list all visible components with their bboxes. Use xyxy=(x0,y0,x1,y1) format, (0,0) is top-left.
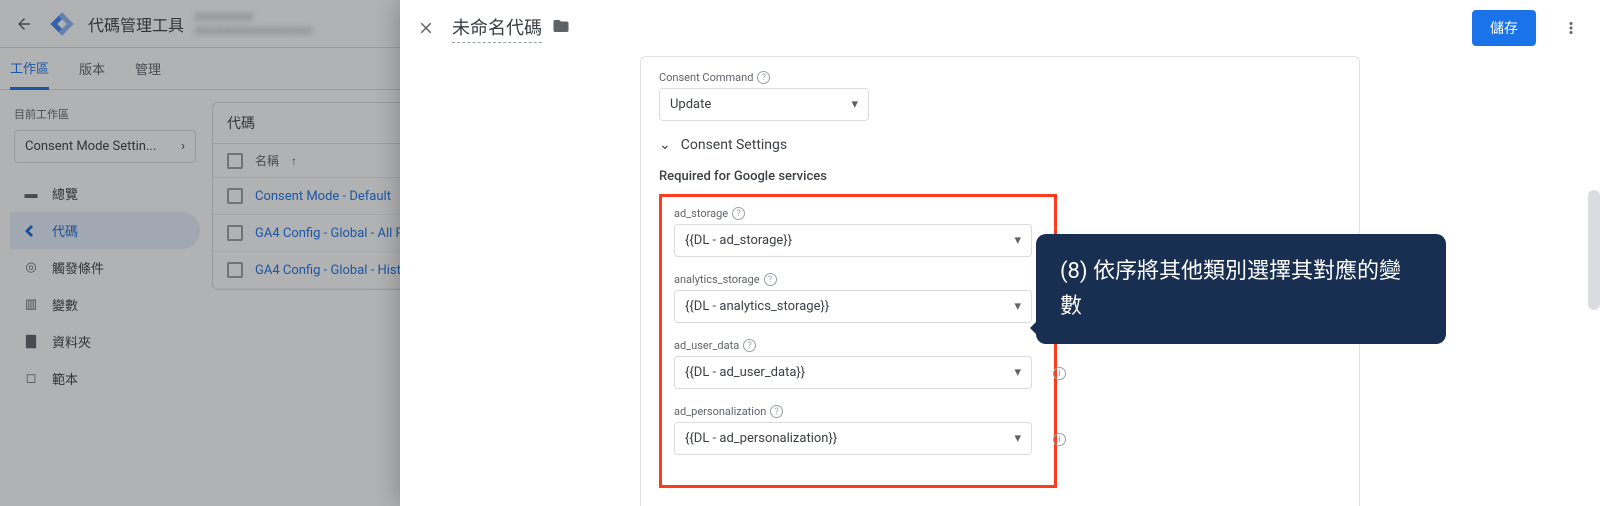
consent-field-ad-storage: ad_storage? {{DL - ad_storage}} ▾ i xyxy=(674,207,1042,257)
panel-header: 未命名代碼 儲存 xyxy=(400,0,1600,56)
ad-user-data-select[interactable]: {{DL - ad_user_data}} ▾ xyxy=(674,356,1032,389)
select-value: {{DL - ad_personalization}} xyxy=(685,431,837,446)
scrollbar-thumb[interactable] xyxy=(1588,190,1600,310)
select-value: {{DL - ad_storage}} xyxy=(685,233,792,248)
help-icon[interactable]: ? xyxy=(764,273,777,286)
section-title: Consent Settings xyxy=(681,137,787,153)
chevron-down-icon: ⌄ xyxy=(659,137,671,153)
caret-down-icon: ▾ xyxy=(1014,299,1021,314)
analytics-storage-select[interactable]: {{DL - analytics_storage}} ▾ xyxy=(674,290,1032,323)
save-button[interactable]: 儲存 xyxy=(1472,10,1536,46)
consent-field-analytics-storage: analytics_storage? {{DL - analytics_stor… xyxy=(674,273,1042,323)
close-icon xyxy=(417,19,435,37)
more-vert-icon xyxy=(1562,19,1580,37)
consent-field-ad-user-data: ad_user_data? {{DL - ad_user_data}} ▾ i xyxy=(674,339,1042,389)
caret-down-icon: ▾ xyxy=(851,97,858,112)
tag-name-input[interactable]: 未命名代碼 xyxy=(452,14,542,43)
field-label: ad_storage xyxy=(674,207,728,220)
help-icon[interactable]: ? xyxy=(743,339,756,352)
caret-down-icon: ▾ xyxy=(1014,365,1021,380)
consent-field-ad-personalization: ad_personalization? {{DL - ad_personaliz… xyxy=(674,405,1042,455)
consent-command-label: Consent Command ? xyxy=(659,71,1341,84)
help-icon[interactable]: ? xyxy=(757,71,770,84)
help-icon[interactable]: ? xyxy=(732,207,745,220)
ad-storage-select[interactable]: {{DL - ad_storage}} ▾ xyxy=(674,224,1032,257)
help-icon[interactable]: ? xyxy=(770,405,783,418)
consent-settings-header[interactable]: ⌄ Consent Settings xyxy=(659,137,1341,153)
more-menu-button[interactable] xyxy=(1556,13,1586,43)
ad-personalization-select[interactable]: {{DL - ad_personalization}} ▾ xyxy=(674,422,1032,455)
select-value: {{DL - analytics_storage}} xyxy=(685,299,829,314)
caret-down-icon: ▾ xyxy=(1014,431,1021,446)
caret-down-icon: ▾ xyxy=(1014,233,1021,248)
select-value: {{DL - ad_user_data}} xyxy=(685,365,805,380)
highlight-box: ad_storage? {{DL - ad_storage}} ▾ i anal… xyxy=(659,194,1057,488)
info-icon[interactable]: i xyxy=(1053,433,1066,446)
instruction-callout: (8) 依序將其他類別選擇其對應的變數 xyxy=(1036,234,1446,344)
close-button[interactable] xyxy=(414,16,438,40)
select-value: Update xyxy=(670,97,711,112)
field-label: ad_user_data xyxy=(674,339,739,352)
field-label: ad_personalization xyxy=(674,405,766,418)
consent-command-select[interactable]: Update ▾ xyxy=(659,88,869,121)
required-services-title: Required for Google services xyxy=(659,169,1341,184)
info-icon[interactable]: i xyxy=(1053,367,1066,380)
field-label: analytics_storage xyxy=(674,273,760,286)
folder-icon[interactable] xyxy=(552,17,570,40)
